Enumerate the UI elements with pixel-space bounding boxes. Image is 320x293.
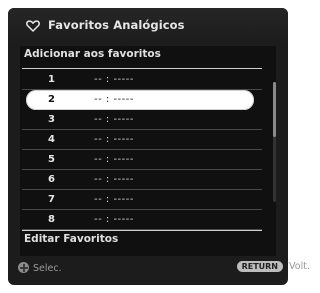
favorite-channel: -- : -----	[94, 114, 134, 125]
heart-icon	[26, 20, 40, 32]
favorite-row-4[interactable]: 4 -- : -----	[22, 130, 262, 150]
favorite-row-2[interactable]: 2 -- : -----	[26, 90, 254, 110]
return-label: Volt.	[289, 261, 310, 272]
favorite-channel: -- : -----	[94, 94, 134, 105]
divider-bottom	[22, 230, 262, 231]
section-title: Adicionar aos favoritos	[24, 48, 161, 60]
favorite-row-3[interactable]: 3 -- : -----	[22, 110, 262, 130]
return-key-badge: RETURN	[236, 261, 283, 272]
favorite-number: 6	[48, 174, 55, 185]
favorite-channel: -- : -----	[94, 134, 134, 145]
favorite-channel: -- : -----	[94, 174, 134, 185]
favorite-row-5[interactable]: 5 -- : -----	[22, 150, 262, 170]
favorite-row-6[interactable]: 6 -- : -----	[22, 170, 262, 190]
favorite-row-1[interactable]: 1 -- : -----	[22, 70, 262, 90]
favorite-number: 3	[48, 114, 55, 125]
scrollbar-thumb[interactable]	[273, 82, 276, 137]
favorite-number: 1	[48, 74, 55, 85]
favorite-channel: -- : -----	[94, 154, 134, 165]
favorite-number: 4	[48, 134, 55, 145]
favorite-number: 2	[48, 94, 55, 105]
select-label: Selec.	[33, 263, 62, 274]
divider-top	[22, 68, 262, 69]
menu-header: Favoritos Analógicos	[8, 8, 288, 44]
dpad-icon	[18, 262, 29, 273]
edit-favorites-item[interactable]: Editar Favoritos	[24, 233, 118, 245]
favorite-row-7[interactable]: 7 -- : -----	[22, 190, 262, 210]
favorite-number: 8	[48, 214, 55, 225]
favorite-number: 7	[48, 194, 55, 205]
scrollbar[interactable]	[273, 82, 276, 202]
footer-select-hint: Selec.	[18, 262, 62, 274]
favorite-row-8[interactable]: 8 -- : -----	[22, 210, 262, 230]
footer-return-hint: RETURN Volt.	[236, 261, 310, 272]
page-title: Favoritos Analógicos	[48, 18, 185, 32]
favorites-list: 1 -- : ----- 2 -- : ----- 3 -- : ----- 4…	[22, 70, 262, 230]
favorite-channel: -- : -----	[94, 74, 134, 85]
favorite-number: 5	[48, 154, 55, 165]
favorite-channel: -- : -----	[94, 194, 134, 205]
favorite-channel: -- : -----	[94, 214, 134, 225]
